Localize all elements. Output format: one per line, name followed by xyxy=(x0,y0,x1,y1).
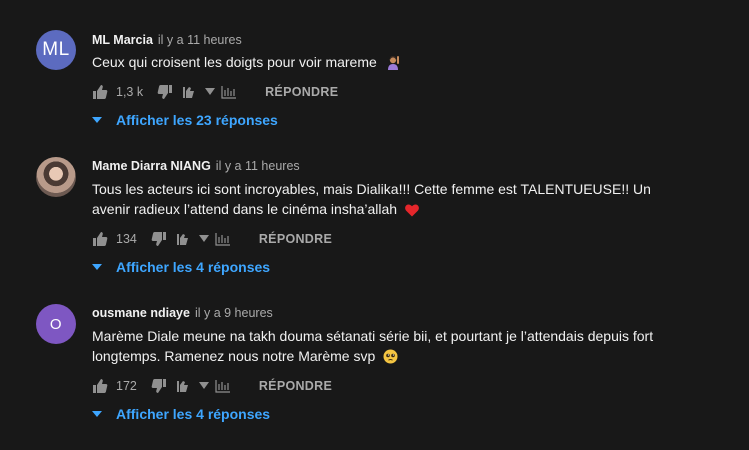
chevron-down-icon[interactable] xyxy=(198,382,209,390)
view-replies-label: Afficher les 23 réponses xyxy=(116,112,278,128)
chevron-down-icon[interactable] xyxy=(205,88,216,96)
comment-header: Mame Diarra NIANG il y a 11 heures xyxy=(92,159,300,173)
caret-down-icon xyxy=(92,264,102,270)
like-count: 134 xyxy=(116,232,137,246)
stats-icon[interactable] xyxy=(221,85,237,99)
view-replies-button[interactable]: Afficher les 23 réponses xyxy=(92,110,278,130)
comment-text-block: Tous les acteurs ici sont incroyables, m… xyxy=(92,179,682,222)
reply-button[interactable]: RÉPONDRE xyxy=(259,232,332,246)
comment-text: Tous les acteurs ici sont incroyables, m… xyxy=(92,181,651,217)
creator-heart-icon[interactable] xyxy=(181,85,199,99)
thumb-down-icon[interactable] xyxy=(151,378,167,394)
comment-actions: 134 RÉPONDRE xyxy=(92,229,332,249)
comments-section: ML ML Marcia il y a 11 heures Ceux qui cr… xyxy=(0,0,749,450)
view-replies-button[interactable]: Afficher les 4 réponses xyxy=(92,404,270,424)
comment-author[interactable]: ML Marcia xyxy=(92,33,153,47)
chevron-down-icon[interactable] xyxy=(198,235,209,243)
thumb-down-icon[interactable] xyxy=(151,231,167,247)
comment-author[interactable]: Mame Diarra NIANG xyxy=(92,159,211,173)
like-count: 1,3 k xyxy=(116,85,144,99)
comment-time[interactable]: il y a 11 heures xyxy=(216,159,300,173)
red-heart-icon xyxy=(405,202,419,222)
reply-button[interactable]: RÉPONDRE xyxy=(265,85,338,99)
comment-text: Ceux qui croisent les doigts pour voir m… xyxy=(92,54,377,70)
creator-heart-icon[interactable] xyxy=(175,232,193,246)
person-raising-hand-icon xyxy=(385,54,401,75)
comment-actions: 172 RÉPONDRE xyxy=(92,376,332,396)
avatar[interactable]: O xyxy=(36,304,76,344)
avatar-initials: ML xyxy=(42,39,70,60)
stats-icon[interactable] xyxy=(215,232,231,246)
comment-text-block: Ceux qui croisent les doigts pour voir m… xyxy=(92,52,692,75)
thumb-up-icon[interactable] xyxy=(92,378,108,394)
avatar-initials: O xyxy=(49,315,63,333)
thumb-down-icon[interactable] xyxy=(157,84,173,100)
comment-header: ousmane ndiaye il y a 9 heures xyxy=(92,306,273,320)
view-replies-button[interactable]: Afficher les 4 réponses xyxy=(92,257,270,277)
pleading-face-icon xyxy=(383,349,398,369)
avatar[interactable] xyxy=(36,157,76,197)
stats-icon[interactable] xyxy=(215,379,231,393)
caret-down-icon xyxy=(92,117,102,123)
comment-author[interactable]: ousmane ndiaye xyxy=(92,306,190,320)
comment-time[interactable]: il y a 9 heures xyxy=(195,306,273,320)
like-count: 172 xyxy=(116,379,137,393)
reply-button[interactable]: RÉPONDRE xyxy=(259,379,332,393)
thumb-up-icon[interactable] xyxy=(92,84,108,100)
comment-text: Marème Diale meune na takh douma sétanat… xyxy=(92,328,654,364)
view-replies-label: Afficher les 4 réponses xyxy=(116,259,271,275)
thumb-up-icon[interactable] xyxy=(92,231,108,247)
caret-down-icon xyxy=(92,411,102,417)
comment-header: ML Marcia il y a 11 heures xyxy=(92,33,242,47)
avatar[interactable]: ML xyxy=(36,30,76,70)
view-replies-label: Afficher les 4 réponses xyxy=(116,406,271,422)
comment-time[interactable]: il y a 11 heures xyxy=(158,33,242,47)
comment-text-block: Marème Diale meune na takh douma sétanat… xyxy=(92,326,682,369)
creator-heart-icon[interactable] xyxy=(175,379,193,393)
comment-actions: 1,3 k RÉPONDRE xyxy=(92,82,338,102)
